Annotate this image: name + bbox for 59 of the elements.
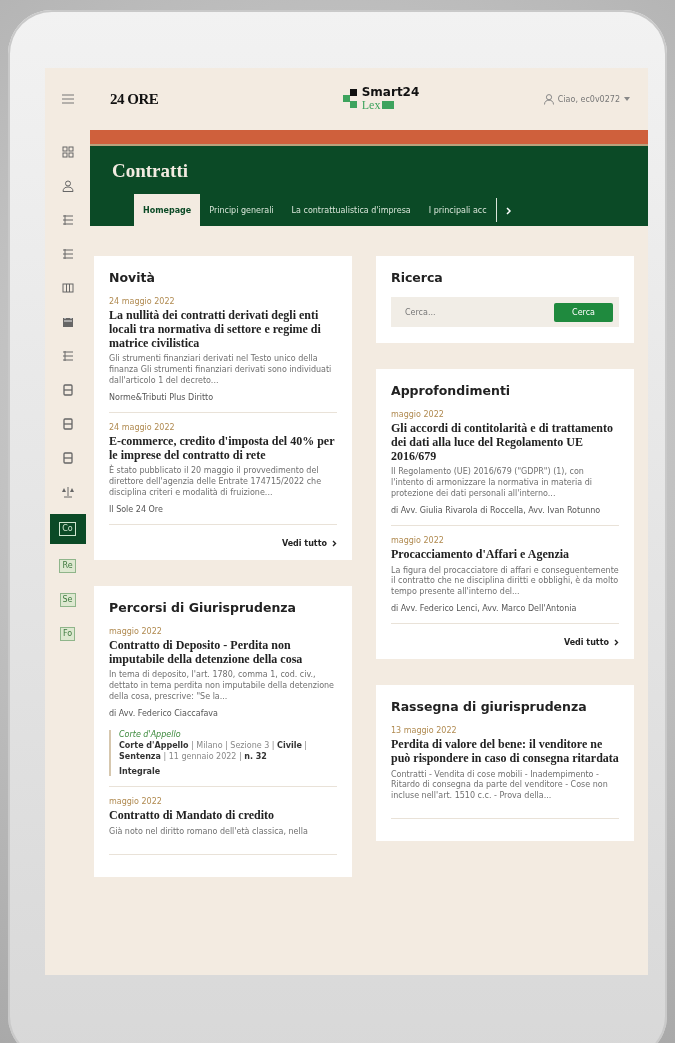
article-title[interactable]: Procacciamento d'Affari e Agenzia	[391, 547, 619, 562]
article-snippet: Gli strumenti finanziari derivati nel Testo unico della finanza Gli strumenti finanziari derivati sono individuati dall'articolo 1 del decreto...	[109, 354, 333, 387]
edition-badge-icon	[382, 101, 395, 110]
article-snippet: Già noto nel diritto romano dell'età classica, nella	[109, 827, 309, 838]
full-text-link[interactable]: Integrale	[119, 767, 337, 777]
chevron-right-icon	[505, 206, 512, 215]
article-source: di Avv. Federico Lenci, Avv. Marco Dell'Antonia	[391, 603, 578, 613]
ruling-details: Corte d'Appello | Milano | Sezione 3 | Civile | Sentenza | 11 gennaio 2022 | n. 32	[119, 740, 309, 763]
article-snippet: Contratti - Vendita di cose mobili - Inadempimento - Ritardo di consegna da parte del venditore - Cose non incluse nell'art. 1510 c.c. - Prova della...	[391, 769, 609, 802]
chevron-right-icon	[332, 539, 337, 547]
brand-name: Smart24	[361, 86, 420, 99]
sidebar-item[interactable]: Re	[53, 554, 82, 578]
see-all-link[interactable]: Vedi tutto	[109, 538, 337, 548]
article-title[interactable]: Perdita di valore del bene: il venditore ne può rispondere in caso di consegna ritardata	[391, 737, 619, 766]
article-source: di Avv. Giulia Rivarola di Roccella, Avv. Ivan Rotunno	[391, 505, 602, 515]
article-date: maggio 2022	[391, 410, 445, 419]
see-all-link[interactable]: Vedi tutto	[391, 637, 619, 647]
article-source: di Avv. Federico Ciaccafava	[109, 708, 219, 718]
article-title[interactable]: Contratto di Deposito - Perdita non imputabile della detenzione della cosa	[109, 638, 337, 667]
article-title[interactable]: Contratto di Mandato di credito	[109, 809, 337, 824]
user-menu[interactable]: Ciao, ec0v0272	[543, 93, 630, 105]
newspaper-logo[interactable]: 24 ORE	[110, 90, 159, 108]
tab[interactable]: La contrattualistica d'impresa	[282, 194, 420, 226]
card-title: Novità	[109, 270, 156, 285]
card-title: Percorsi di Giurisprudenza	[109, 599, 297, 615]
menu-icon[interactable]	[61, 94, 74, 104]
article-title[interactable]: E-commerce, credito d'imposta del 40% per le imprese del contratto di rete	[109, 434, 337, 463]
tab[interactable]: I principali acc	[419, 194, 496, 226]
sidebar-item[interactable]: Fo	[53, 622, 82, 646]
caret-icon	[624, 97, 630, 101]
article-snippet: È stato pubblicato il 20 maggio il provvedimento del direttore dell'agenzia delle Entrate 174715/2022 che disciplina criteri e modalità di fruizione...	[109, 466, 323, 499]
tab[interactable]: Principi generali	[200, 194, 283, 226]
article-snippet: In tema di deposito, l'art. 1780, comma 1, cod. civ., dettato in tema perdita non imputabile della detenzione della cosa, prescrive: "Se la...	[109, 670, 335, 703]
court-label: Corte d'Appello	[119, 729, 182, 739]
card-title: Approfondimenti	[391, 383, 512, 398]
brand-subtitle: Lex	[361, 99, 381, 112]
card-title: Ricerca	[391, 270, 444, 285]
user-icon	[543, 93, 554, 105]
article-date: 13 maggio 2022	[391, 725, 458, 735]
squares-logo-icon	[342, 89, 359, 109]
chevron-right-icon	[614, 638, 619, 646]
article-title[interactable]: Gli accordi di contitolarità e di trattamento dei dati alla luce del Regolamento UE 2016/679	[391, 422, 619, 464]
sidebar-item[interactable]: Co	[49, 514, 86, 544]
section-title: Contratti	[112, 160, 189, 182]
article-date: maggio 2022	[109, 797, 163, 807]
tab[interactable]: Homepage	[134, 194, 201, 226]
search-field[interactable]: Cerca... Cerca	[391, 297, 619, 327]
article-date: 24 maggio 2022	[109, 422, 176, 432]
article-source: Il Sole 24 Ore	[109, 504, 164, 514]
article-title[interactable]: La nullità dei contratti derivati degli enti locali tra normativa di settore e regime di matrice civilistica	[109, 309, 337, 351]
article-date: maggio 2022	[109, 626, 163, 636]
search-button[interactable]: Cerca	[554, 302, 613, 322]
article-snippet: Il Regolamento (UE) 2016/679 ("GDPR") (1), con l'intento di armonizzare la normativa in materia di protezione dei dati personali all'interno...	[391, 467, 594, 500]
card-title: Rassegna di giurisprudenza	[391, 698, 588, 714]
article-source: Norme&Tributi Plus Diritto	[109, 392, 215, 402]
sidebar-item[interactable]: Se	[53, 588, 82, 612]
article-date: 24 maggio 2022	[109, 297, 176, 306]
article-date: maggio 2022	[391, 535, 445, 545]
article-snippet: La figura del procacciatore di affari e conseguentemente il contratto che ne disciplina diritti e obblighi, è da molto tempo presente all'interno del...	[391, 565, 619, 598]
